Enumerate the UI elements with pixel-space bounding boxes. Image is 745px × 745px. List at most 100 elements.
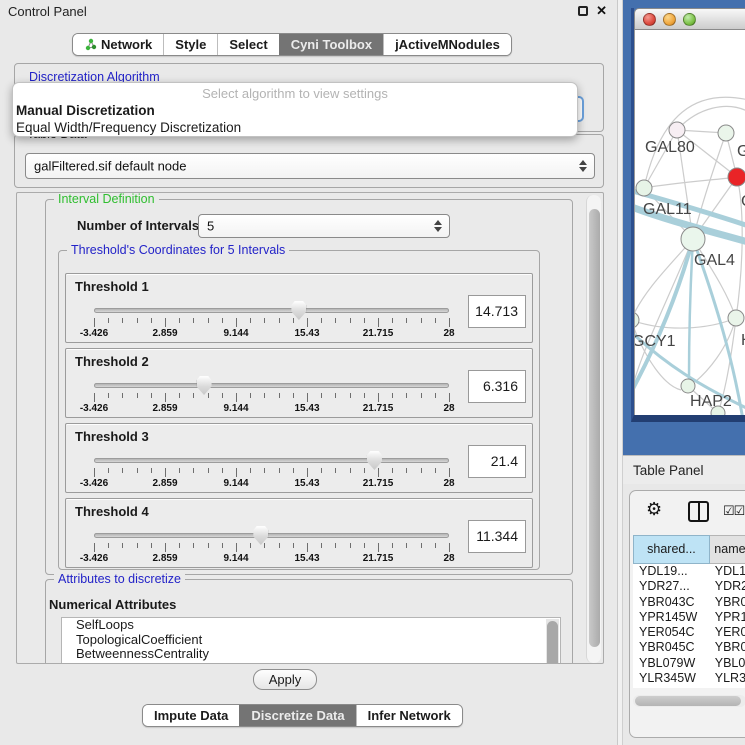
close-traffic-light[interactable]	[643, 13, 656, 26]
minor-tick	[421, 468, 422, 473]
axis-tick-label: -3.426	[80, 478, 108, 489]
minor-tick	[293, 393, 294, 398]
edge	[644, 177, 737, 188]
columns-icon[interactable]	[688, 501, 709, 522]
axis-tick-label: -3.426	[80, 403, 108, 414]
tab-label: Style	[175, 37, 206, 52]
axis-tick-label: 28	[443, 328, 454, 339]
cell-shared-name: YBR045C	[633, 640, 710, 655]
node-hap2[interactable]	[681, 379, 695, 393]
close-icon[interactable]: ✕	[596, 3, 607, 19]
node-g[interactable]	[718, 125, 734, 141]
minor-tick	[137, 318, 138, 323]
network-canvas[interactable]: GAL80GCGAL11GAL4GCY1HHAP2	[634, 30, 745, 415]
node-gcy1[interactable]	[635, 312, 639, 328]
table-h-scrollbar[interactable]	[633, 695, 745, 707]
minor-tick	[179, 393, 180, 398]
bottom-tab-discretize-data[interactable]: Discretize Data	[239, 705, 355, 726]
number-of-intervals-combo[interactable]: 5	[198, 214, 450, 238]
minor-tick	[406, 318, 407, 323]
cell-name: YDR27...	[710, 579, 745, 594]
list-scrollbar[interactable]	[546, 619, 559, 664]
node-partial[interactable]	[711, 406, 725, 415]
slider-thumb[interactable]	[197, 376, 212, 395]
bottom-tab-infer-network[interactable]: Infer Network	[356, 705, 462, 726]
table-data-combo-value: galFiltered.sif default node	[34, 159, 186, 174]
scrollbar-thumb[interactable]	[589, 209, 600, 647]
scrollbar-thumb[interactable]	[635, 696, 741, 706]
network-window-titlebar[interactable]	[634, 8, 745, 30]
checkboxes-icon[interactable]: ☑☑	[723, 503, 744, 519]
minor-tick	[264, 468, 265, 473]
float-window-icon[interactable]	[578, 6, 588, 16]
threshold-value-field[interactable]: 21.4	[468, 445, 526, 478]
threshold-value-field[interactable]: 11.344	[468, 520, 526, 553]
gear-icon[interactable]: ⚙	[646, 499, 662, 519]
minor-tick	[222, 543, 223, 548]
slider-track[interactable]	[94, 383, 449, 388]
major-tick	[236, 318, 237, 327]
minor-tick	[392, 543, 393, 548]
node-gal80[interactable]	[669, 122, 685, 138]
threshold-value-field[interactable]: 6.316	[468, 370, 526, 403]
bottom-tab-bar: Impute DataDiscretize DataInfer Network	[142, 704, 463, 727]
major-tick	[165, 393, 166, 402]
tab-style[interactable]: Style	[163, 34, 217, 55]
minor-tick	[108, 543, 109, 548]
network-icon	[84, 38, 97, 51]
minor-tick	[250, 468, 251, 473]
table-row[interactable]: YLR345WYLR345W	[633, 671, 745, 686]
panel-scrollbar[interactable]	[586, 195, 601, 663]
table-row[interactable]: YBR045CYBR045C	[633, 640, 745, 655]
tab-network[interactable]: Network	[73, 34, 163, 55]
group-title: Threshold's Coordinates for 5 Intervals	[67, 243, 289, 257]
tab-label: Select	[229, 37, 267, 52]
table-data-combo[interactable]: galFiltered.sif default node	[25, 153, 595, 179]
minimize-traffic-light[interactable]	[663, 13, 676, 26]
axis-tick-label: 2.859	[152, 328, 177, 339]
slider-track[interactable]	[94, 533, 449, 538]
minor-tick	[222, 393, 223, 398]
node-gal11[interactable]	[636, 180, 652, 196]
tab-jactivemnodules[interactable]: jActiveMNodules	[383, 34, 511, 55]
scrollbar-thumb[interactable]	[547, 621, 558, 664]
network-graph[interactable]: GAL80GCGAL11GAL4GCY1HHAP2	[635, 30, 745, 415]
column-header-shared-name[interactable]: shared...	[633, 535, 710, 564]
attribute-list-item[interactable]: TopologicalCoefficient	[62, 633, 560, 648]
tab-cyni-toolbox[interactable]: Cyni Toolbox	[279, 34, 383, 55]
top-tab-bar: Network Style Select Cyni ToolboxjActiveMNo…	[72, 33, 512, 56]
table-row[interactable]: YDL19...YDL19...	[633, 564, 745, 579]
column-header-name[interactable]: name	[710, 535, 745, 564]
attribute-list-item[interactable]: SelfLoops	[62, 618, 560, 633]
threshold-value-field[interactable]: 14.713	[468, 295, 526, 328]
minor-tick	[179, 468, 180, 473]
major-tick	[307, 543, 308, 552]
table-row[interactable]: YBR043CYBR043C	[633, 595, 745, 610]
table-row[interactable]: YER054CYER054C	[633, 625, 745, 640]
minor-tick	[321, 393, 322, 398]
cell-name: YER054C	[710, 625, 745, 640]
node-c[interactable]	[728, 168, 745, 186]
major-tick	[94, 543, 95, 552]
slider-track[interactable]	[94, 458, 449, 463]
minor-tick	[335, 468, 336, 473]
slider-track[interactable]	[94, 308, 449, 313]
minor-tick	[279, 393, 280, 398]
table-row[interactable]: YBL079WYBL079W	[633, 656, 745, 671]
minor-tick	[335, 318, 336, 323]
dropdown-option[interactable]: Manual Discretization	[16, 103, 155, 118]
table-row[interactable]: YPR145WYPR145W	[633, 610, 745, 625]
major-tick	[307, 468, 308, 477]
zoom-traffic-light[interactable]	[683, 13, 696, 26]
attribute-list-item[interactable]: BetweennessCentrality	[62, 647, 560, 662]
apply-button[interactable]: Apply	[253, 669, 317, 690]
table-row[interactable]: YIL052CYIL052C	[633, 686, 745, 688]
slider-thumb[interactable]	[367, 451, 382, 470]
slider-thumb[interactable]	[253, 526, 268, 545]
node-h[interactable]	[728, 310, 744, 326]
dropdown-option[interactable]: Equal Width/Frequency Discretization	[16, 120, 241, 135]
table-row[interactable]: YDR27...YDR27...	[633, 579, 745, 594]
bottom-tab-impute-data[interactable]: Impute Data	[143, 705, 239, 726]
tab-select[interactable]: Select	[217, 34, 278, 55]
node-gal4[interactable]	[681, 227, 705, 251]
